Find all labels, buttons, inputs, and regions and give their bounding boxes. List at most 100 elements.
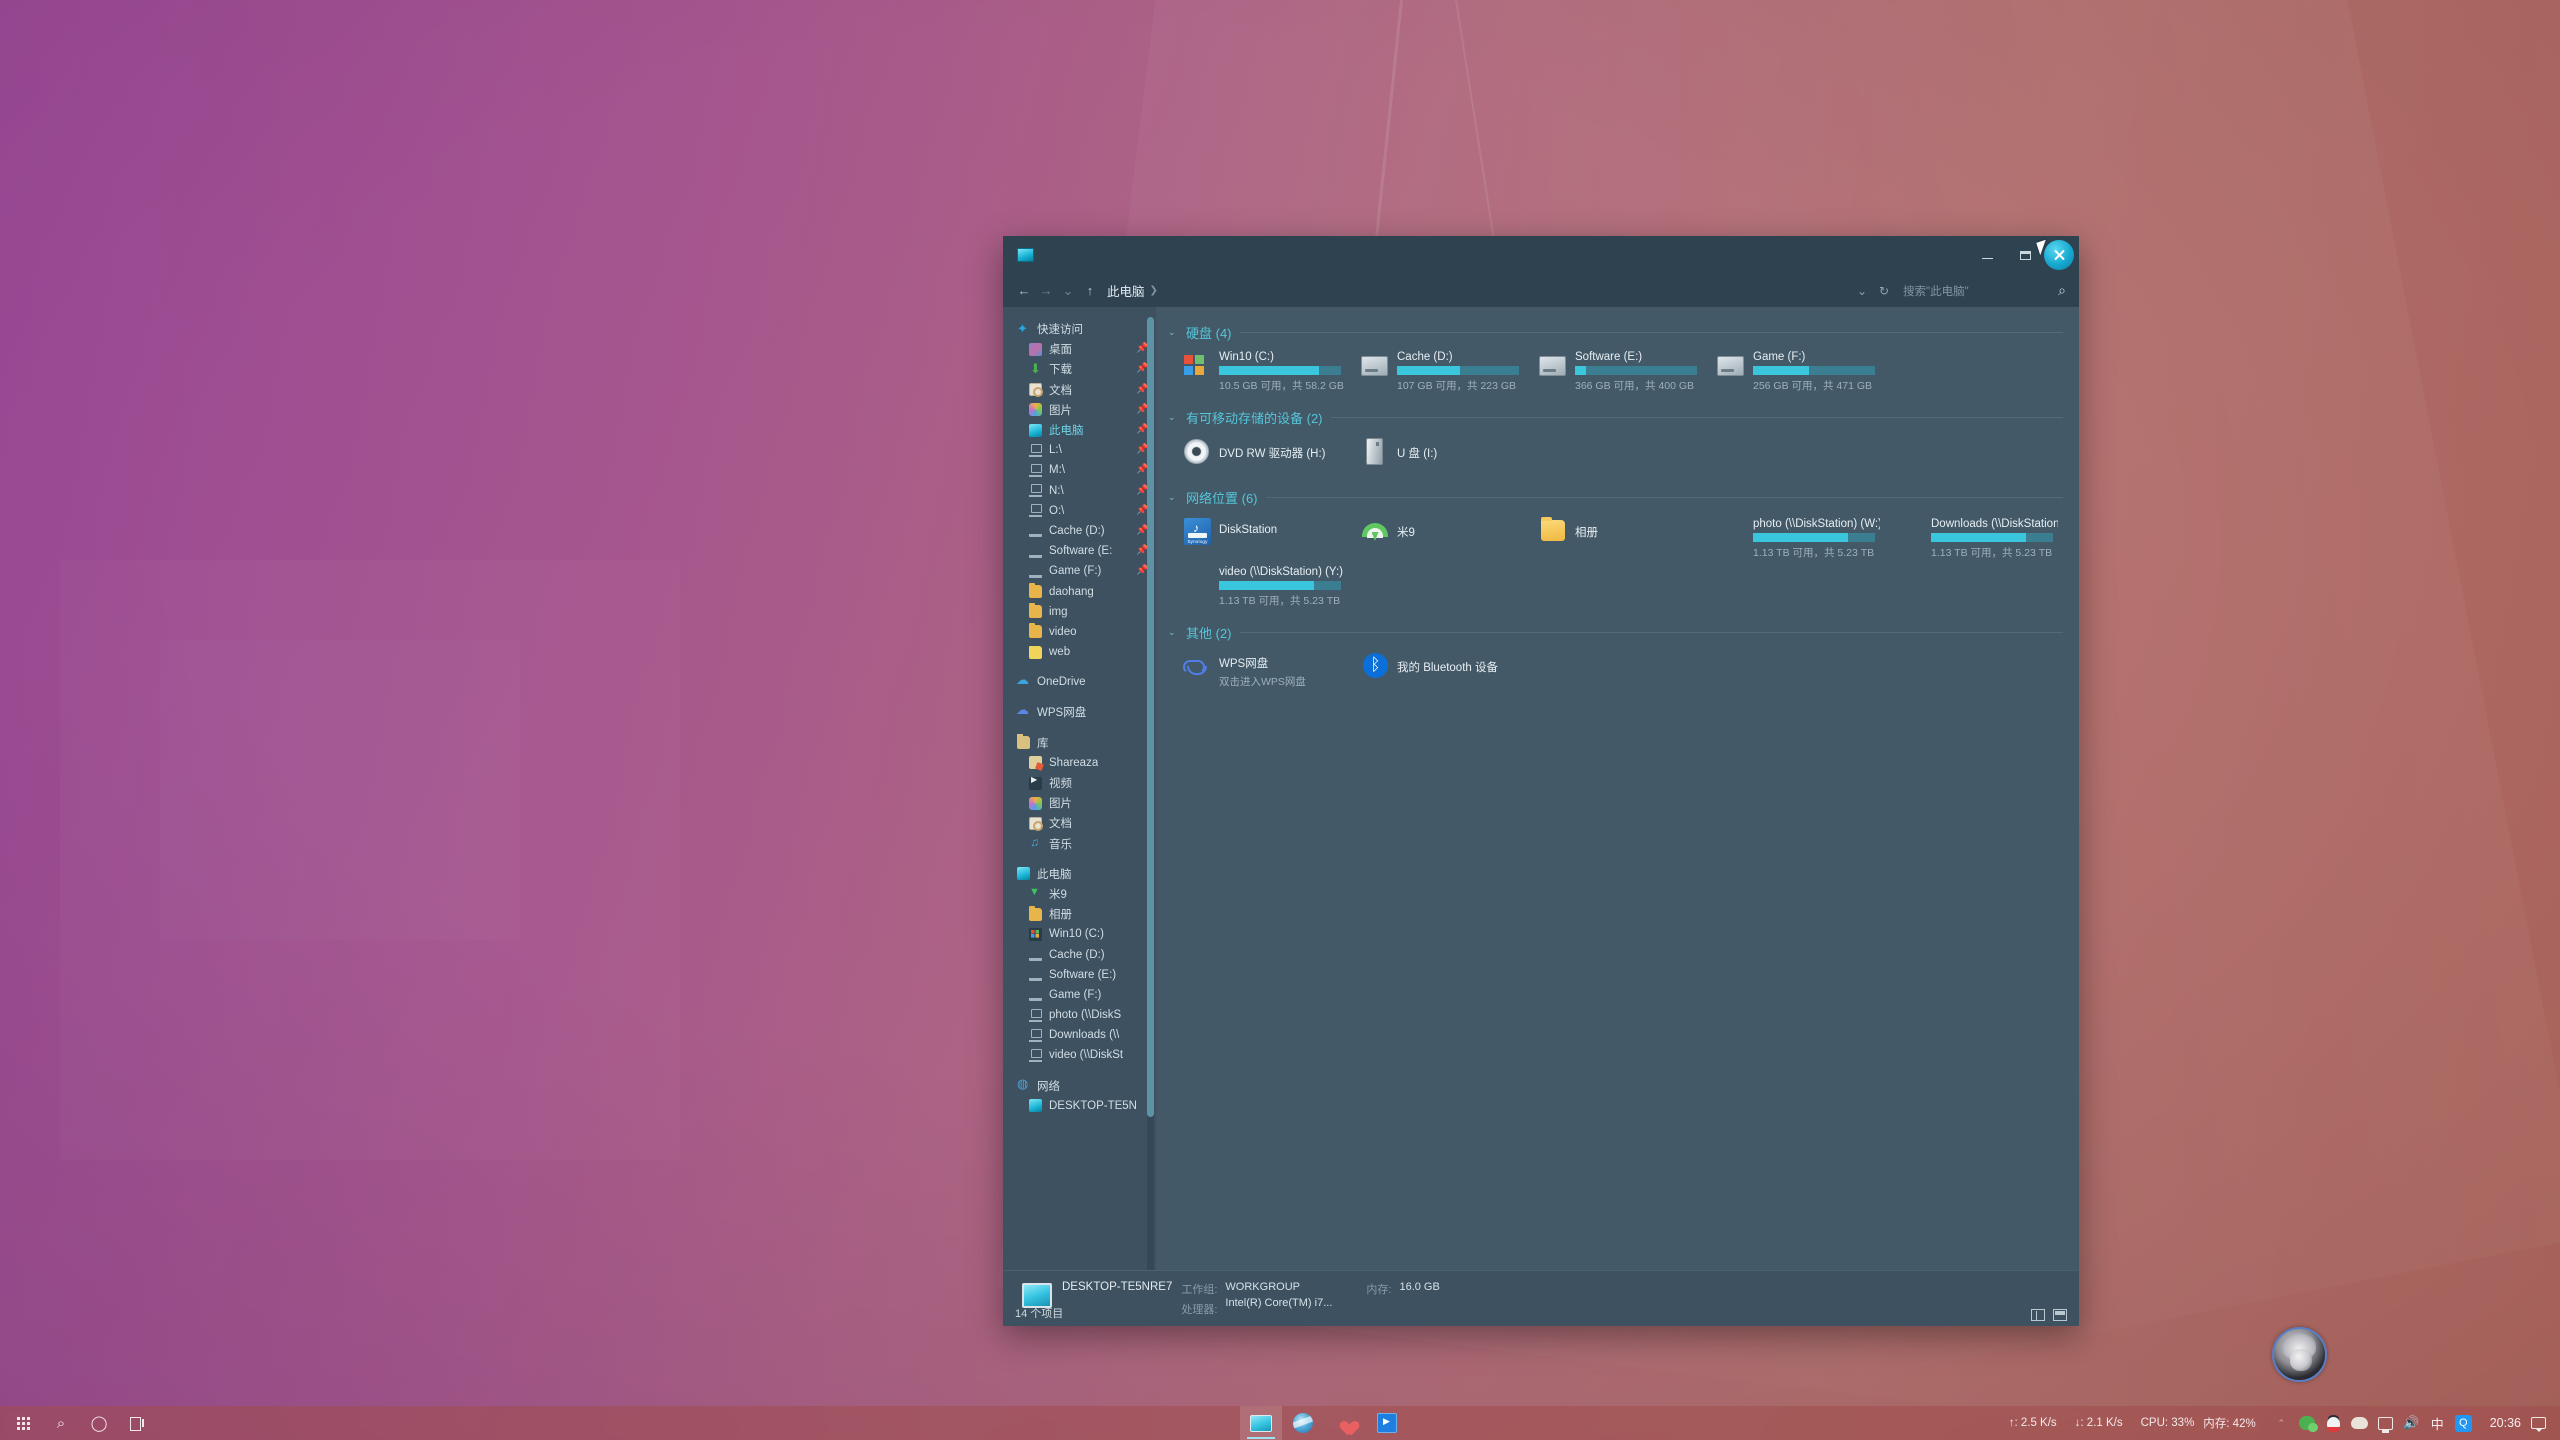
address-bar[interactable]: ← → ⌄ ↑ 此电脑 ❯ ⌄ ↻ 搜索"此电脑" ⌕ <box>1003 274 2079 307</box>
back-button[interactable]: ← <box>1013 280 1035 302</box>
network-tile-video-y[interactable]: video (\\DiskStation) (Y:) 1.13 TB 可用，共 … <box>1168 565 1346 609</box>
sidebar-item-downloads-x[interactable]: Downloads (\\ <box>1003 1025 1156 1045</box>
pin-icon[interactable]: 📌 <box>1136 505 1148 517</box>
chevron-down-icon[interactable]: ⌄ <box>1168 492 1178 503</box>
taskbar-apps[interactable] <box>1240 1406 1408 1440</box>
window-titlebar[interactable] <box>1003 236 2079 274</box>
details-view-button[interactable] <box>2031 1309 2045 1321</box>
desktop[interactable]: ← → ⌄ ↑ 此电脑 ❯ ⌄ ↻ 搜索"此电脑" ⌕ 快 <box>0 0 2560 1440</box>
sidebar-item-this-pc[interactable]: 此电脑 📌 <box>1003 420 1156 440</box>
sidebar-item-wps-cloud[interactable]: WPS网盘 <box>1003 702 1156 722</box>
other-tile-bluetooth[interactable]: 我的 Bluetooth 设备 <box>1346 650 1524 694</box>
search-icon[interactable]: ⌕ <box>2051 279 2073 303</box>
sidebar-item-music-lib[interactable]: 音乐 <box>1003 834 1156 854</box>
file-explorer-window[interactable]: ← → ⌄ ↑ 此电脑 ❯ ⌄ ↻ 搜索"此电脑" ⌕ 快 <box>1003 236 2079 1326</box>
taskbar-app-media[interactable] <box>1366 1406 1408 1440</box>
drive-tile-cache-d[interactable]: Cache (D:) 107 GB 可用，共 223 GB <box>1346 350 1524 394</box>
network-tile-album[interactable]: 相册 <box>1524 515 1702 554</box>
network-tile-downloads-x[interactable]: Downloads (\\DiskStation) (X:) 1.13 TB 可… <box>1880 517 2058 561</box>
sidebar-item-documents-lib[interactable]: 文档 <box>1003 813 1156 833</box>
up-button[interactable]: ↑ <box>1079 280 1101 302</box>
qq-icon[interactable] <box>2325 1414 2342 1432</box>
pin-icon[interactable]: 📌 <box>1136 343 1148 355</box>
network-tile-mi9[interactable]: 米9 <box>1346 515 1524 554</box>
group-header-hard-disks[interactable]: ⌄ 硬盘 (4) <box>1168 323 2063 342</box>
pin-icon[interactable]: 📌 <box>1136 424 1148 436</box>
pin-icon[interactable]: 📌 <box>1136 464 1148 476</box>
window-controls[interactable] <box>1968 236 2079 274</box>
sidebar-item-web[interactable]: web <box>1003 642 1156 662</box>
sidebar-item-daohang[interactable]: daohang <box>1003 581 1156 601</box>
sidebar-scrollbar-thumb[interactable] <box>1147 317 1154 1117</box>
taskbar-app-heart[interactable] <box>1324 1406 1366 1440</box>
sidebar-item-library[interactable]: 库 <box>1003 733 1156 753</box>
sidebar-item-photo-album[interactable]: 相册 <box>1003 904 1156 924</box>
sidebar-item-desktop-te5n[interactable]: DESKTOP-TE5N <box>1003 1096 1156 1116</box>
search-button[interactable]: ⌕ <box>42 1406 80 1440</box>
minimize-button[interactable] <box>1968 236 2006 274</box>
group-header-network-locations[interactable]: ⌄ 网络位置 (6) <box>1168 488 2063 507</box>
sidebar-item-software-e2[interactable]: Software (E:) <box>1003 965 1156 985</box>
sidebar-item-documents[interactable]: 文档 📌 <box>1003 380 1156 400</box>
notification-center-button[interactable] <box>2531 1417 2546 1432</box>
sidebar-item-network[interactable]: 网络 <box>1003 1076 1156 1096</box>
sidebar-item-img[interactable]: img <box>1003 602 1156 622</box>
sidebar-item-onedrive[interactable]: OneDrive <box>1003 672 1156 692</box>
sidebar-item-shareaza[interactable]: Shareaza <box>1003 753 1156 773</box>
sidebar-item-quick-access[interactable]: 快速访问 <box>1003 319 1156 339</box>
breadcrumb-this-pc[interactable]: 此电脑 <box>1107 281 1145 300</box>
search-input[interactable]: 搜索"此电脑" <box>1897 279 2047 303</box>
breadcrumb[interactable]: 此电脑 ❯ <box>1107 281 1158 300</box>
sidebar-item-pictures[interactable]: 图片 📌 <box>1003 400 1156 420</box>
recent-locations-button[interactable]: ⌄ <box>1057 280 1079 302</box>
sidebar-item-drive-l[interactable]: L:\ 📌 <box>1003 440 1156 460</box>
chevron-down-icon[interactable]: ⌄ <box>1168 327 1178 338</box>
sidebar-item-video[interactable]: video <box>1003 622 1156 642</box>
qq-browser-icon[interactable]: Q <box>2454 1414 2472 1432</box>
pin-icon[interactable]: 📌 <box>1136 565 1148 577</box>
refresh-icon[interactable]: ↻ <box>1875 284 1893 298</box>
sidebar-item-drive-o[interactable]: O:\ 📌 <box>1003 501 1156 521</box>
task-view-button[interactable] <box>118 1406 156 1440</box>
cortana-button[interactable]: ◯ <box>80 1406 118 1440</box>
group-header-other[interactable]: ⌄ 其他 (2) <box>1168 623 2063 642</box>
pin-icon[interactable]: 📌 <box>1136 363 1148 375</box>
close-button[interactable] <box>2036 239 2074 270</box>
history-chevron-icon[interactable]: ⌄ <box>1853 284 1871 298</box>
sidebar-item-software-e[interactable]: Software (E: 📌 <box>1003 541 1156 561</box>
chevron-down-icon[interactable]: ⌄ <box>1168 627 1178 638</box>
drive-tile-game-f[interactable]: Game (F:) 256 GB 可用，共 471 GB <box>1702 350 1880 394</box>
group-header-removable-devices[interactable]: ⌄ 有可移动存储的设备 (2) <box>1168 408 2063 427</box>
taskbar-left[interactable]: ⌕ ◯ <box>0 1406 156 1440</box>
sidebar-scrollbar[interactable] <box>1147 317 1154 1270</box>
sidebar-item-video-y[interactable]: video (\\DiskSt <box>1003 1045 1156 1065</box>
sidebar-item-drive-n[interactable]: N:\ 📌 <box>1003 481 1156 501</box>
sidebar-item-videos-lib[interactable]: 视频 <box>1003 773 1156 793</box>
sidebar-item-game-f[interactable]: Game (F:) 📌 <box>1003 561 1156 581</box>
cloud-icon[interactable] <box>2350 1415 2368 1432</box>
sidebar-item-mi9[interactable]: 米9 <box>1003 884 1156 904</box>
drive-tile-software-e[interactable]: Software (E:) 366 GB 可用，共 400 GB <box>1524 350 1702 394</box>
other-tile-wps-cloud[interactable]: WPS网盘 双击进入WPS网盘 <box>1168 650 1346 694</box>
network-tile-diskstation[interactable]: ♪ Synology DiskStation <box>1168 515 1346 554</box>
sidebar-item-cache-d2[interactable]: Cache (D:) <box>1003 944 1156 964</box>
pin-icon[interactable]: 📌 <box>1136 545 1148 557</box>
volume-icon[interactable]: 🔊 <box>2403 1415 2420 1432</box>
sidebar-item-photo-w[interactable]: photo (\\DiskS <box>1003 1005 1156 1025</box>
taskbar-app-browser[interactable] <box>1282 1406 1324 1440</box>
avatar-widget[interactable] <box>2272 1327 2327 1382</box>
device-tile-usb-i[interactable]: U 盘 (I:) <box>1346 435 1524 474</box>
ime-icon[interactable]: 中 <box>2429 1415 2446 1432</box>
pin-icon[interactable]: 📌 <box>1136 444 1148 456</box>
pin-icon[interactable]: 📌 <box>1136 525 1148 537</box>
taskbar-app-file-explorer[interactable] <box>1240 1406 1282 1440</box>
navigation-pane[interactable]: 快速访问 桌面 📌 下载 📌 文档 📌 <box>1003 307 1156 1270</box>
pin-icon[interactable]: 📌 <box>1136 404 1148 416</box>
sidebar-item-cache-d[interactable]: Cache (D:) 📌 <box>1003 521 1156 541</box>
pin-icon[interactable]: 📌 <box>1136 485 1148 497</box>
view-buttons[interactable] <box>2031 1309 2067 1321</box>
clock[interactable]: 20:36 <box>2480 1416 2531 1430</box>
pin-icon[interactable]: 📌 <box>1136 384 1148 396</box>
sidebar-item-this-pc-root[interactable]: 此电脑 <box>1003 864 1156 884</box>
start-button[interactable] <box>4 1406 42 1440</box>
